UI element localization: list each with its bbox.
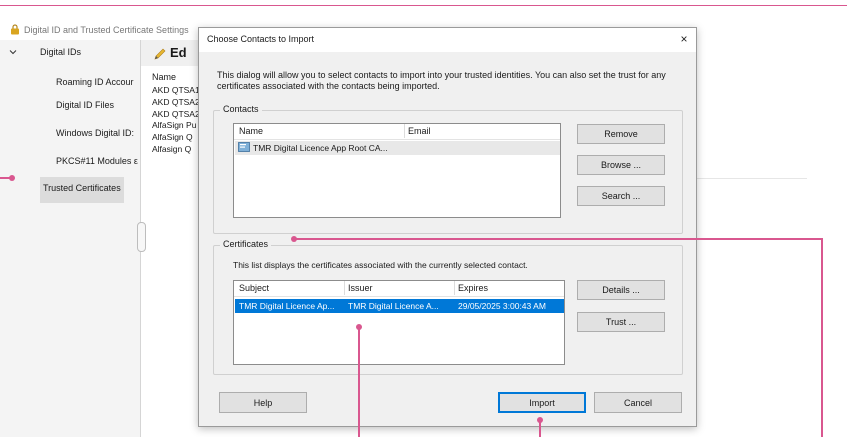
close-icon[interactable]: × — [677, 31, 691, 47]
contacts-group-label: Contacts — [220, 104, 262, 114]
column-header-issuer[interactable]: Issuer — [348, 283, 373, 293]
column-header-subject[interactable]: Subject — [239, 283, 269, 293]
cancel-button[interactable]: Cancel — [594, 392, 682, 413]
edit-button[interactable]: Ed — [170, 45, 187, 60]
header-divider — [234, 139, 560, 140]
column-header-name[interactable]: Name — [239, 126, 263, 136]
sidebar-item-roaming-id[interactable]: Roaming ID Accour — [56, 77, 139, 87]
certificate-issuer-cell: TMR Digital Licence A... — [348, 301, 439, 311]
certificates-info-text: This list displays the certificates asso… — [233, 260, 528, 270]
contact-name-cell: TMR Digital Licence App Root CA... — [253, 143, 388, 153]
list-item[interactable]: Alfasign Q — [152, 144, 200, 154]
trust-button[interactable]: Trust ... — [577, 312, 665, 332]
annotation-top-rule — [0, 5, 847, 6]
pane-splitter-handle[interactable] — [137, 222, 146, 252]
list-item[interactable]: AlfaSign Pu — [152, 120, 200, 130]
certificate-icon — [238, 142, 250, 152]
column-separator[interactable] — [404, 124, 405, 138]
dialog-title: Choose Contacts to Import — [207, 34, 315, 44]
details-button[interactable]: Details ... — [577, 280, 665, 300]
contacts-list[interactable]: Name Email TMR Digital Licence App Root … — [233, 123, 561, 218]
sidebar-item-trusted-certificates[interactable]: Trusted Certificates — [40, 177, 124, 203]
callout-line-import — [539, 420, 541, 437]
callout-line-sidebar — [0, 177, 12, 179]
sidebar-item-digital-id-files[interactable]: Digital ID Files — [56, 100, 114, 110]
header-divider — [234, 296, 564, 297]
column-header-email[interactable]: Email — [408, 126, 431, 136]
certificates-group-label: Certificates — [220, 239, 272, 249]
pencil-icon[interactable] — [152, 46, 168, 62]
chevron-down-icon[interactable] — [8, 47, 18, 57]
table-row[interactable]: TMR Digital Licence Ap... TMR Digital Li… — [235, 299, 564, 313]
dialog-description: This dialog will allow you to select con… — [217, 70, 666, 91]
search-button[interactable]: Search ... — [577, 186, 665, 206]
import-button[interactable]: Import — [498, 392, 586, 413]
settings-window-title: Digital ID and Trusted Certificate Setti… — [10, 23, 189, 37]
name-column-header[interactable]: Name — [152, 72, 176, 82]
column-separator[interactable] — [454, 281, 455, 295]
callout-line-certificates-v — [821, 238, 823, 437]
callout-line-certificates-h — [294, 238, 822, 240]
list-item[interactable]: AKD QTSA2 — [152, 97, 200, 107]
certificate-expires-cell: 29/05/2025 3:00:43 AM — [458, 301, 546, 311]
row-divider — [697, 178, 807, 179]
lock-icon — [11, 24, 19, 35]
browse-button[interactable]: Browse ... — [577, 155, 665, 175]
certificates-list[interactable]: Subject Issuer Expires TMR Digital Licen… — [233, 280, 565, 365]
sidebar-item-windows-digital-ids[interactable]: Windows Digital ID: — [56, 128, 139, 138]
remove-button[interactable]: Remove — [577, 124, 665, 144]
table-row[interactable]: TMR Digital Licence App Root CA... — [235, 141, 560, 155]
list-item[interactable]: AlfaSign Q — [152, 132, 200, 142]
choose-contacts-dialog: Choose Contacts to Import × This dialog … — [198, 27, 697, 427]
settings-window-title-text: Digital ID and Trusted Certificate Setti… — [24, 25, 189, 35]
sidebar-item-pkcs11-modules[interactable]: PKCS#11 Modules ε — [56, 156, 139, 166]
certificate-subject-cell: TMR Digital Licence Ap... — [239, 301, 335, 311]
column-header-expires[interactable]: Expires — [458, 283, 488, 293]
sidebar-item-digital-ids[interactable]: Digital IDs — [40, 47, 81, 57]
column-separator[interactable] — [344, 281, 345, 295]
sidebar-item-label: Trusted Certificates — [43, 183, 121, 193]
help-button[interactable]: Help — [219, 392, 307, 413]
list-item[interactable]: AKD QTSA2 — [152, 109, 200, 119]
callout-line-certificate-row — [358, 327, 360, 437]
list-item[interactable]: AKD QTSA1 — [152, 85, 200, 95]
